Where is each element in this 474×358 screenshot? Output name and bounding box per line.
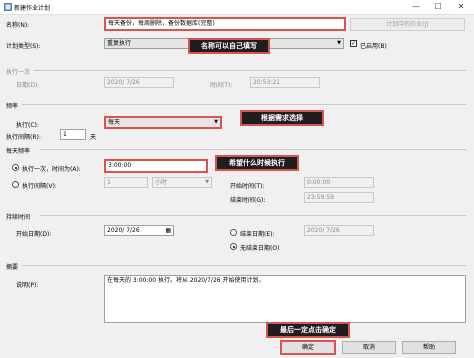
frequency-divider: [22, 104, 466, 105]
every-input[interactable]: 1: [104, 177, 148, 188]
occurs-select[interactable]: 每天 ▼: [104, 116, 222, 129]
description-textarea[interactable]: 在每天的 3:00:00 执行。将从 2020/7/26 开始使用计划。: [104, 275, 466, 323]
schedule-type-label: 计划类型(S):: [6, 43, 41, 50]
name-input[interactable]: 每天备份，每周删除，备份数据库(完整): [104, 17, 346, 31]
chevron-down-icon: ▼: [205, 179, 209, 185]
summary-section-title: 摘要: [6, 264, 19, 271]
start-date-value: 2020/ 7/26: [107, 227, 140, 234]
start-time-label: 开始时间(T):: [230, 183, 265, 190]
annotation-ok: 最后一定点击确定: [266, 322, 350, 338]
once-date-label: 日期(D):: [16, 82, 40, 89]
close-button[interactable]: ✕: [453, 1, 469, 13]
window-title: 新建作业计划: [14, 5, 51, 12]
recurs-input[interactable]: 1: [60, 129, 86, 140]
maximize-button[interactable]: ☐: [430, 1, 446, 13]
calendar-icon: ▦: [165, 227, 171, 234]
duration-section-title: 持续时间: [6, 214, 31, 221]
start-date-label: 开始日期(D):: [16, 231, 52, 238]
once-date-input[interactable]: 2020/ 7/26: [104, 77, 174, 88]
scheduled-jobs-button[interactable]: 计划中的作业(J): [350, 18, 465, 31]
annotation-time: 希望什么时候执行: [215, 155, 299, 171]
ok-button[interactable]: 确定: [280, 340, 336, 355]
end-time-label: 结束时间(G):: [230, 197, 266, 204]
cancel-button[interactable]: 取消: [342, 341, 396, 354]
annotation-need: 根据需求选择: [240, 110, 324, 126]
start-date-input[interactable]: 2020/ 7/26 ▦: [104, 225, 174, 236]
once-at-label: 执行一次，时间为(A):: [22, 166, 81, 173]
once-section-title: 执行一次: [6, 69, 31, 76]
enabled-checkbox[interactable]: ✓: [350, 40, 357, 47]
occurs-value: 每天: [108, 119, 121, 126]
chevron-down-icon: ▼: [214, 119, 218, 125]
frequency-section-title: 频率: [6, 103, 19, 110]
every-unit-select[interactable]: 小时 ▼: [152, 177, 212, 188]
schedule-type-value: 重复执行: [107, 40, 132, 47]
daily-divider: [40, 149, 466, 150]
end-date-input[interactable]: 2020/ 7/26: [304, 225, 374, 236]
once-time-label: 时间(T):: [210, 82, 233, 89]
once-at-input[interactable]: 3:00:00: [104, 159, 208, 173]
enabled-label: 已启用(B): [360, 43, 387, 50]
name-label: 名称(N):: [6, 22, 30, 29]
every-radio[interactable]: [12, 181, 19, 188]
recurs-label: 执行间隔(R):: [6, 134, 41, 141]
annotation-name: 名称可以自己填写: [188, 38, 270, 54]
end-time-input[interactable]: 23:59:59: [304, 192, 374, 203]
no-end-date-radio[interactable]: [230, 243, 237, 250]
duration-divider: [40, 215, 466, 216]
end-date-label: 结束日期(E):: [240, 231, 275, 238]
once-at-radio[interactable]: [12, 164, 19, 171]
end-date-radio[interactable]: [230, 229, 237, 236]
start-time-input[interactable]: 0:00:00: [304, 177, 374, 188]
recurs-unit: 天: [90, 134, 97, 141]
minimize-button[interactable]: —: [408, 1, 424, 13]
title-bar: [0, 0, 474, 15]
occurs-label: 执行(C):: [16, 122, 39, 129]
help-button[interactable]: 帮助: [402, 341, 456, 354]
every-unit-value: 小时: [155, 179, 168, 186]
summary-divider: [22, 265, 466, 266]
daily-section-title: 每天频率: [6, 148, 31, 155]
no-end-date-label: 无结束日期(O): [240, 245, 280, 252]
once-time-input[interactable]: 20:53:21: [250, 77, 320, 88]
once-divider: [34, 70, 466, 71]
description-label: 说明(P):: [16, 282, 39, 289]
chevron-down-icon: ▼: [337, 40, 341, 46]
every-label: 执行间隔(V):: [22, 183, 57, 190]
app-icon: [4, 3, 12, 11]
